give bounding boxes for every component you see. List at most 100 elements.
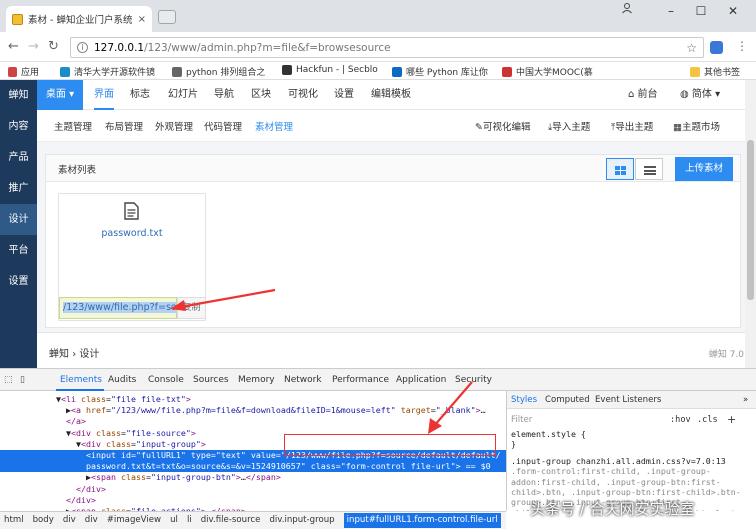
dom-node[interactable]: </div>: [0, 484, 506, 495]
tab-close-icon[interactable]: ×: [138, 14, 146, 25]
nav-logo[interactable]: 标志: [130, 80, 150, 110]
dom-breadcrumb-item[interactable]: body: [33, 515, 54, 525]
dom-token: <div: [81, 438, 106, 449]
sidebar-item-content[interactable]: 内容: [0, 111, 37, 142]
subnav-code-manage[interactable]: 代码管理: [204, 119, 242, 133]
annotation-arrow-down: [428, 381, 473, 434]
style-rule-line: }: [511, 439, 516, 450]
visual-edit-link[interactable]: ✎可视化编辑: [475, 119, 530, 133]
subnav-asset-manage[interactable]: 素材管理: [255, 119, 293, 133]
tab-elements[interactable]: Elements: [60, 375, 102, 385]
sidebar-brand[interactable]: 蝉知: [0, 80, 37, 111]
nav-slides[interactable]: 幻灯片: [168, 80, 198, 110]
dom-breadcrumb-item[interactable]: #imageView: [107, 515, 161, 525]
new-tab-button[interactable]: [158, 10, 176, 24]
tab-audits[interactable]: Audits: [108, 375, 136, 385]
panel-header: 素材列表 上传素材: [46, 155, 740, 182]
dom-breadcrumbs: html body div div #imageView ul li div.file-sou…: [0, 511, 506, 529]
dom-token: >: [185, 394, 191, 404]
back-arrow-icon[interactable]: ←: [8, 39, 19, 54]
bookmark-star-icon[interactable]: ☆: [686, 41, 697, 55]
dom-breadcrumb-item[interactable]: html: [4, 515, 24, 525]
tab-styles[interactable]: Styles: [511, 395, 537, 405]
close-window-button[interactable]: ✕: [720, 4, 746, 18]
desktop-menu-tab[interactable]: 桌面 ▾: [37, 80, 83, 110]
language-select[interactable]: ◍ 简体 ▾: [680, 80, 720, 110]
dom-breadcrumb-item[interactable]: div.file-source: [201, 515, 261, 525]
watermark-text: 头条号 / 合天网安实验室: [530, 500, 695, 518]
tab-console[interactable]: Console: [148, 375, 184, 385]
new-rule-icon[interactable]: +: [727, 413, 736, 426]
tab-performance[interactable]: Performance: [332, 375, 389, 385]
dom-breadcrumb-item[interactable]: input#fullURL1.form-control.file-url: [343, 513, 501, 528]
dom-breadcrumb-item[interactable]: div.input-group: [269, 515, 334, 525]
page-scrollbar[interactable]: [745, 80, 756, 368]
tab-computed[interactable]: Computed: [545, 395, 590, 405]
reload-icon[interactable]: ↻: [48, 39, 59, 54]
bookmark-mooc[interactable]: 中国大学MOOC(慕: [502, 65, 593, 78]
inspect-icon[interactable]: ⬚: [4, 375, 13, 385]
dom-node-selected[interactable]: password.txt&t=txt&o=source&s=&v=1524910…: [0, 461, 506, 473]
sidebar-item-settings[interactable]: 设置: [0, 266, 37, 297]
bookmark-apps[interactable]: 应用: [8, 65, 39, 78]
tab-memory[interactable]: Memory: [238, 375, 275, 385]
class-toggle[interactable]: .cls: [697, 415, 718, 425]
forward-arrow-icon[interactable]: →: [28, 39, 39, 54]
device-icon[interactable]: ▯: [20, 375, 25, 385]
tab-network[interactable]: Network: [284, 375, 322, 385]
frontend-link[interactable]: ⌂ 前台: [628, 80, 658, 110]
site-info-icon[interactable]: i: [77, 42, 88, 53]
annotation-arrow: [170, 288, 276, 311]
sidebar-item-platform[interactable]: 平台: [0, 235, 37, 266]
dom-breadcrumb-item[interactable]: li: [187, 515, 192, 525]
bookmark-python[interactable]: python 排列组合之: [172, 65, 265, 78]
breadcrumb-separator: ›: [72, 349, 77, 360]
hover-state-toggle[interactable]: :hov: [670, 415, 691, 425]
dom-breadcrumb-item[interactable]: div: [85, 515, 98, 525]
browser-tab[interactable]: 素材 - 蝉知企业门户系统 ×: [6, 6, 152, 32]
nav-interface[interactable]: 界面: [94, 80, 114, 110]
sidebar-item-promote[interactable]: 推广: [0, 173, 37, 204]
bookmark-other[interactable]: 其他书签: [690, 65, 740, 78]
dom-breadcrumb-item[interactable]: ul: [170, 515, 178, 525]
import-theme-link[interactable]: ⤓导入主题: [548, 119, 590, 133]
subnav-layout-manage[interactable]: 布局管理: [105, 119, 143, 133]
address-bar[interactable]: i 127.0.0.1/123/www/admin.php?m=file&f=b…: [70, 37, 704, 58]
maximize-button[interactable]: ☐: [688, 4, 714, 18]
sidebar-item-product[interactable]: 产品: [0, 142, 37, 173]
dom-token: >: [200, 438, 206, 449]
nav-blocks[interactable]: 区块: [251, 80, 271, 110]
sidebar-item-design[interactable]: 设计: [0, 204, 37, 235]
menu-icon[interactable]: ⋮: [736, 39, 748, 53]
grid-view-button[interactable]: [606, 158, 634, 180]
upload-asset-button[interactable]: 上传素材: [675, 157, 733, 181]
nav-navigation[interactable]: 导航: [214, 80, 234, 110]
styles-filter-input[interactable]: Filter: [511, 415, 532, 425]
dom-token: type: [185, 450, 211, 460]
bookmark-hackfun[interactable]: Hackfun - | Secblo: [282, 65, 378, 75]
nav-edit-template[interactable]: 编辑模板: [371, 80, 411, 110]
profile-icon[interactable]: [614, 2, 640, 17]
list-view-button[interactable]: [635, 158, 663, 180]
nav-settings[interactable]: 设置: [334, 80, 354, 110]
tab-event-listeners[interactable]: Event Listeners: [595, 395, 661, 405]
dom-node[interactable]: ▶<span class="input-group-btn">…</span>: [0, 472, 506, 483]
minimize-button[interactable]: –: [658, 4, 684, 18]
extension-icon[interactable]: [710, 41, 723, 54]
more-tabs-icon[interactable]: »: [743, 395, 748, 405]
file-name-link[interactable]: password.txt: [59, 228, 205, 239]
globe-icon: ◍: [680, 89, 692, 100]
bookmark-tsinghua[interactable]: 清华大学开源软件镜: [60, 65, 155, 78]
dom-breadcrumb-item[interactable]: div: [63, 515, 76, 525]
theme-market-link[interactable]: ▦主题市场: [673, 119, 720, 133]
dom-token: <input: [86, 450, 121, 460]
bookmark-python-libs[interactable]: 哪些 Python 库让你: [392, 65, 488, 78]
nav-visual[interactable]: 可视化: [288, 80, 318, 110]
tab-sources[interactable]: Sources: [193, 375, 229, 385]
breadcrumb-brand[interactable]: 蝉知: [49, 349, 69, 360]
dom-token: "input-group": [135, 438, 201, 449]
dom-node[interactable]: </div>: [0, 495, 506, 506]
subnav-theme-manage[interactable]: 主题管理: [54, 119, 92, 133]
export-theme-link[interactable]: ⤒导出主题: [611, 119, 653, 133]
subnav-appearance-manage[interactable]: 外观管理: [155, 119, 193, 133]
